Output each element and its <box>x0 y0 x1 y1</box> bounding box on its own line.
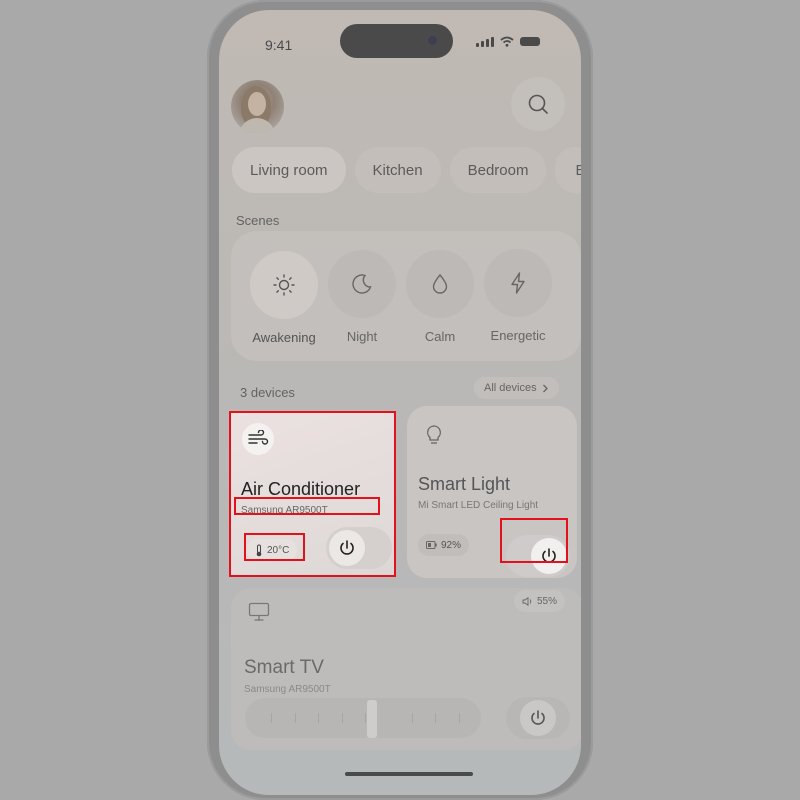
user-avatar[interactable] <box>231 80 284 133</box>
scene-label: Night <box>346 329 378 344</box>
toggle-knob <box>520 700 556 736</box>
scene-circle <box>406 250 474 318</box>
brightness-chip: 92% <box>418 534 470 556</box>
device-model: Samsung AR9500T <box>241 505 328 516</box>
tab-living-room[interactable]: Living room <box>232 147 346 193</box>
wifi-icon <box>500 36 514 47</box>
smart-light-card[interactable]: Smart Light Mi Smart LED Ceiling Light 9… <box>407 406 577 578</box>
scenes-title: Scenes <box>236 213 280 228</box>
toggle-knob <box>329 530 365 566</box>
ac-icon-wrap <box>242 423 274 455</box>
power-icon <box>531 710 545 725</box>
tab-kitchen[interactable]: Kitchen <box>354 147 441 193</box>
device-model: Samsung AR9500T <box>244 684 331 695</box>
avatar-face <box>248 92 266 116</box>
drop-icon <box>432 273 448 294</box>
battery-small-icon <box>426 541 437 549</box>
all-devices-button[interactable]: All devices <box>474 377 559 399</box>
slider-tick <box>412 713 413 723</box>
bulb-icon <box>427 425 441 444</box>
scene-night[interactable]: Night <box>327 250 397 344</box>
camera-dot <box>428 36 437 45</box>
slider-tick <box>318 713 319 723</box>
device-name: Air Conditioner <box>241 479 361 499</box>
volume-value: 55% <box>537 595 558 607</box>
sun-icon <box>273 274 295 296</box>
thermometer-icon <box>256 544 262 556</box>
scene-circle <box>250 251 318 319</box>
chevron-right-icon <box>542 384 548 392</box>
scene-energetic[interactable]: Energetic <box>483 249 553 343</box>
temperature-chip: 20°C <box>247 539 298 561</box>
tab-partial[interactable]: B <box>555 147 581 193</box>
slider-tick <box>342 713 343 723</box>
dynamic-island <box>340 24 453 58</box>
room-tabs: Living room Kitchen Bedroom B <box>232 147 581 193</box>
slider-tick <box>295 713 296 723</box>
scene-calm[interactable]: Calm <box>405 250 475 344</box>
app-screen: 9:41 Living room Kitchen Bedroom B Scene… <box>219 10 581 795</box>
toggle-knob <box>531 538 567 574</box>
search-button[interactable] <box>511 77 565 131</box>
light-power-toggle[interactable] <box>506 535 570 577</box>
scene-awakening[interactable]: Awakening <box>249 251 319 345</box>
speaker-icon <box>522 596 532 606</box>
device-name: Smart Light <box>418 474 511 494</box>
cellular-signal-icon <box>476 36 494 47</box>
tab-bedroom[interactable]: Bedroom <box>449 147 547 193</box>
status-time: 9:41 <box>265 37 293 53</box>
scene-circle <box>328 250 396 318</box>
search-icon <box>528 94 548 114</box>
scene-label: Awakening <box>252 330 316 345</box>
battery-icon <box>520 37 540 46</box>
tv-power-toggle[interactable] <box>506 697 570 739</box>
home-indicator <box>345 772 473 776</box>
status-icons <box>476 36 540 47</box>
power-icon <box>340 540 354 555</box>
monitor-icon <box>248 602 270 621</box>
volume-chip: 55% <box>514 590 566 612</box>
ac-power-toggle[interactable] <box>326 527 392 569</box>
moon-icon <box>352 274 372 294</box>
scene-label: Calm <box>424 329 456 344</box>
slider-tick <box>271 713 272 723</box>
device-model: Mi Smart LED Ceiling Light <box>418 500 539 511</box>
temperature-value: 20°C <box>267 544 290 556</box>
scene-circle <box>484 249 552 317</box>
all-devices-label: All devices <box>484 382 537 394</box>
wind-icon <box>248 430 269 445</box>
scenes-panel: Awakening Night Calm Energetic <box>231 231 581 361</box>
device-count: 3 devices <box>240 385 295 400</box>
tv-volume-slider[interactable] <box>245 698 481 738</box>
slider-tick <box>459 713 460 723</box>
power-icon <box>542 548 556 563</box>
slider-tick <box>365 713 366 723</box>
slider-tick <box>435 713 436 723</box>
brightness-value: 92% <box>441 539 462 551</box>
slider-handle[interactable] <box>367 700 377 738</box>
status-bar: 9:41 <box>219 10 581 70</box>
device-name: Smart TV <box>244 657 324 678</box>
air-conditioner-card[interactable]: Air Conditioner Samsung AR9500T 20°C <box>231 412 395 576</box>
lightning-icon <box>511 272 525 294</box>
scene-label: Energetic <box>490 328 546 343</box>
